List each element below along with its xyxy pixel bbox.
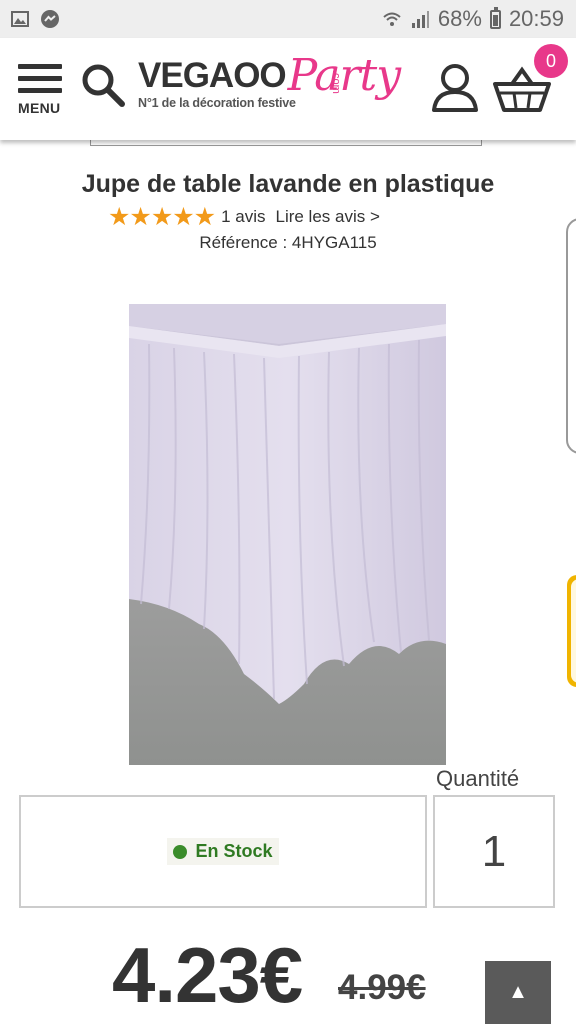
logo-vegaoo: VEGAOO <box>138 56 287 95</box>
side-panel-handle[interactable] <box>566 218 576 454</box>
scroll-to-top-button[interactable]: ▲ <box>485 961 551 1024</box>
user-account-icon[interactable] <box>430 62 480 114</box>
quantity-input[interactable]: 1 <box>433 795 555 908</box>
status-bar-left <box>0 9 60 29</box>
product-reference: Référence : 4HYGA115 <box>199 233 377 252</box>
stock-text: En Stock <box>195 841 273 861</box>
stock-status-box: En Stock <box>19 795 427 908</box>
signal-icon <box>411 11 429 28</box>
wifi-icon <box>383 12 401 26</box>
product-title: Jupe de table lavande en plastique <box>81 170 495 198</box>
clock: 20:59 <box>508 6 564 31</box>
read-reviews-link[interactable]: Lire les avis > <box>275 207 379 227</box>
menu-button[interactable] <box>18 64 62 100</box>
category-strip <box>90 140 482 146</box>
logo-party: Party <box>287 50 401 101</box>
logo-wordmark: VEGAOO Party <box>138 54 401 98</box>
menu-label: MENU <box>18 100 61 116</box>
hamburger-icon-bar <box>18 88 62 93</box>
messenger-notification-icon <box>41 10 59 28</box>
side-promo-tab-inner <box>571 579 576 683</box>
status-bar: 68% 20:59 <box>0 0 576 38</box>
star-rating-icon: ★★★★★ <box>108 203 216 231</box>
status-bar-right: 68% 20:59 <box>382 6 576 32</box>
battery-icon <box>489 6 501 29</box>
arrow-up-icon: ▲ <box>508 981 528 1003</box>
search-icon[interactable] <box>80 62 126 108</box>
hamburger-icon <box>18 64 62 69</box>
logo-com: .com <box>330 70 343 94</box>
quantity-label: Quantité <box>436 766 520 791</box>
hamburger-icon-bar <box>18 76 62 81</box>
product-price: 4.23€ <box>112 931 303 1019</box>
stock-status: En Stock <box>167 838 279 865</box>
old-price: 4.99€ <box>338 968 426 1007</box>
gallery-notification-icon <box>11 11 29 27</box>
cart-count-badge[interactable]: 0 <box>534 44 568 78</box>
in-stock-dot-icon <box>173 844 188 859</box>
product-image[interactable] <box>129 304 446 765</box>
site-logo[interactable]: VEGAOO Party .com N°1 de la décoration f… <box>138 54 401 126</box>
site-header: MENU VEGAOO Party .com N°1 de la décorat… <box>0 38 576 140</box>
product-rating: ★★★★★ 1 avis Lire les avis > <box>108 203 380 231</box>
review-count: 1 avis <box>221 207 266 226</box>
side-promo-tab[interactable] <box>567 575 576 687</box>
battery-percent: 68% <box>437 6 482 31</box>
